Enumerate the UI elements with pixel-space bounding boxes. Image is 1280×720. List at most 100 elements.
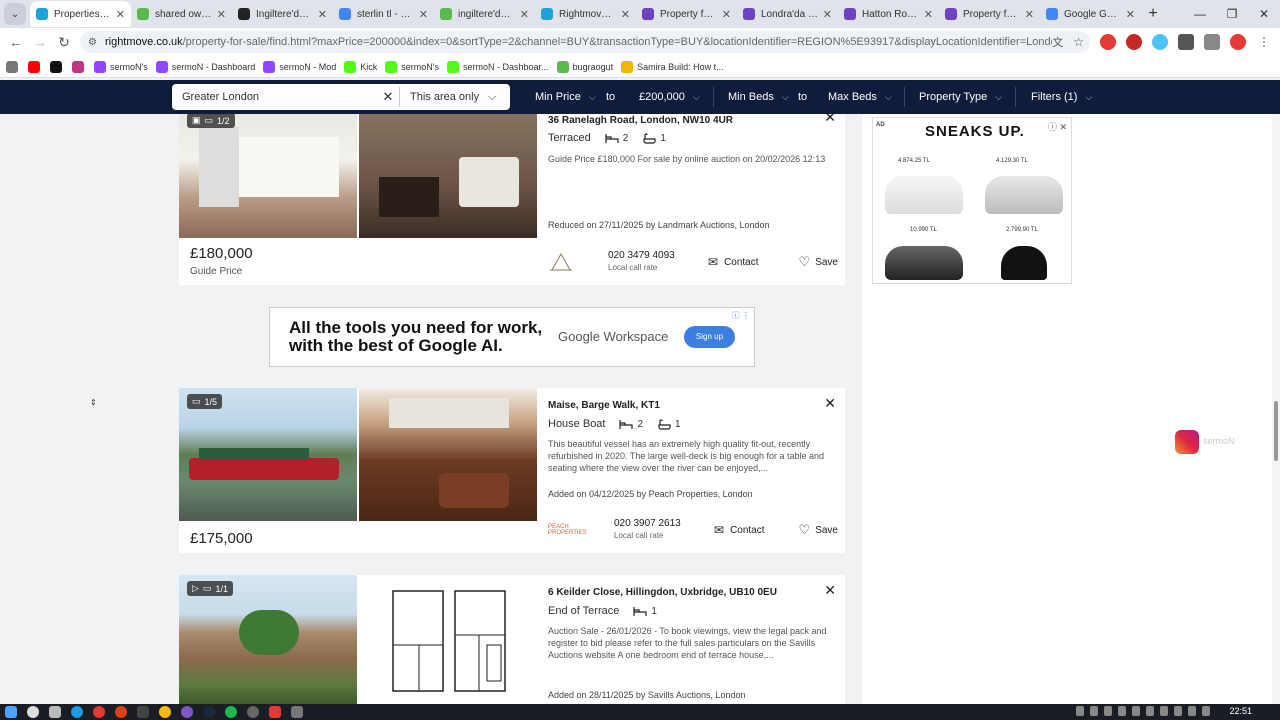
clear-location-icon[interactable]: ✕ xyxy=(377,89,399,105)
property-photo[interactable]: ▭ 1/5 xyxy=(179,388,357,521)
radius-select[interactable]: This area only xyxy=(400,91,488,103)
edge-icon[interactable] xyxy=(71,706,83,718)
menu-dots-icon[interactable]: ⋮ xyxy=(1256,34,1272,50)
bookmark-item[interactable]: sermoN - Dashboard xyxy=(155,60,255,73)
browser-tab[interactable]: Google Gemini ✕ xyxy=(1040,1,1141,27)
browser-tab[interactable]: Hatton Road, F ✕ xyxy=(838,1,939,27)
browser-tab[interactable]: Property for sa ✕ xyxy=(636,1,737,27)
sneaks-up-ad[interactable]: AD SNEAKS UP. ⓘ ✕ 4.874,25 TL 4.129,30 T… xyxy=(872,117,1072,284)
bookmark-item[interactable]: Samira Build: How t... xyxy=(621,60,724,73)
bookmark-item[interactable]: bugraogut xyxy=(556,60,613,73)
bookmark-item[interactable]: Kick xyxy=(344,60,377,73)
bookmark-star-icon[interactable]: ☆ xyxy=(1073,35,1084,49)
tab-search-button[interactable]: ⌄ xyxy=(4,3,26,25)
site-info-icon[interactable]: ⚙ xyxy=(88,37,97,48)
bookmark-item[interactable]: sermoN - Mod xyxy=(263,60,336,73)
start-button[interactable] xyxy=(5,706,17,718)
reload-button[interactable]: ↻ xyxy=(52,34,76,51)
filters-button[interactable]: Filters (1) ⌵ xyxy=(1031,80,1092,114)
agent-phone[interactable]: 020 3479 4093 Local call rate xyxy=(608,250,698,274)
steam-icon[interactable] xyxy=(203,706,215,718)
property-card[interactable]: ▭ 1/5 £175,000 Maise, Barge Walk, KT1 Ho… xyxy=(179,388,845,553)
property-photo[interactable]: ▣ ▭ 1/2 xyxy=(179,114,357,238)
max-beds-select[interactable]: Max Beds ⌵ xyxy=(828,80,892,114)
sneaker-image[interactable] xyxy=(985,176,1063,214)
save-button[interactable]: ♡ Save xyxy=(799,522,838,538)
property-card[interactable]: ▷ ▭ 1/1 6 Keilder Close, Hillingdon, Uxb… xyxy=(179,575,845,704)
forward-button[interactable]: → xyxy=(28,34,52,50)
tab-close-icon[interactable]: ✕ xyxy=(116,8,125,21)
app-icon[interactable] xyxy=(291,706,303,718)
browser-tab[interactable]: shared owners ✕ xyxy=(131,1,232,27)
url-field[interactable]: ⚙ rightmove.co.uk/property-for-sale/find… xyxy=(80,31,1090,53)
hide-listing-icon[interactable]: ✕ xyxy=(824,395,836,412)
extension-icon[interactable] xyxy=(1126,34,1142,50)
max-price-select[interactable]: £200,000 ⌵ xyxy=(639,80,700,114)
property-photo[interactable]: ▷ ▭ 1/1 xyxy=(179,575,357,704)
profile-avatar[interactable] xyxy=(1230,34,1246,50)
browser-tab[interactable]: Property for sa ✕ xyxy=(939,1,1040,27)
task-view-icon[interactable] xyxy=(49,706,61,718)
tab-close-icon[interactable]: ✕ xyxy=(621,8,630,21)
listing-address[interactable]: 6 Keilder Close, Hillingdon, Uxbridge, U… xyxy=(548,587,777,598)
property-card[interactable]: ▣ ▭ 1/2 £180,000 Guide Price 36 Ranelagh… xyxy=(179,114,845,285)
cap-image[interactable] xyxy=(1001,246,1047,280)
app-icon[interactable] xyxy=(181,706,193,718)
minimize-button[interactable]: — xyxy=(1184,0,1216,28)
tab-close-icon[interactable]: ✕ xyxy=(722,8,731,21)
extension-icon[interactable] xyxy=(1178,34,1194,50)
agent-logo[interactable] xyxy=(548,250,608,274)
restore-button[interactable]: ❐ xyxy=(1216,0,1248,28)
translate-icon[interactable]: 文 xyxy=(1052,34,1063,50)
tab-close-icon[interactable]: ✕ xyxy=(924,8,933,21)
tab-close-icon[interactable]: ✕ xyxy=(217,8,226,21)
browser-tab[interactable]: Rightmove - U ✕ xyxy=(535,1,636,27)
instagram-bookmark-icon[interactable] xyxy=(72,60,88,73)
save-button[interactable]: ♡ Save xyxy=(799,254,838,270)
tab-close-icon[interactable]: ✕ xyxy=(318,8,327,21)
browser-tab[interactable]: Properties For ✕ xyxy=(30,1,131,27)
youtube-bookmark-icon[interactable] xyxy=(28,60,44,73)
page-scrollbar[interactable] xyxy=(1272,114,1280,704)
bookmark-item[interactable]: sermoN - Dashboar... xyxy=(447,60,549,73)
hide-listing-icon[interactable]: ✕ xyxy=(824,582,836,599)
close-window-button[interactable]: ✕ xyxy=(1248,0,1280,28)
ad-info-icon[interactable]: ⓘ ⋮ xyxy=(732,310,750,321)
tab-close-icon[interactable]: ✕ xyxy=(1025,8,1034,21)
extensions-puzzle-icon[interactable] xyxy=(1204,34,1220,50)
ad-close-icon[interactable]: ⓘ ✕ xyxy=(1048,120,1067,133)
taskbar-clock[interactable]: 22:51 xyxy=(1229,706,1252,716)
sneaker-image[interactable] xyxy=(885,246,963,280)
apps-grid-icon[interactable] xyxy=(6,60,22,73)
x-bookmark-icon[interactable] xyxy=(50,60,66,73)
agent-phone[interactable]: 020 3907 2613 Local call rate xyxy=(614,518,704,542)
bookmark-item[interactable]: sermoN's xyxy=(385,60,439,73)
contact-button[interactable]: ✉ Contact xyxy=(708,255,759,269)
google-workspace-ad[interactable]: All the tools you need for work, with the… xyxy=(269,307,755,367)
app-icon[interactable] xyxy=(269,706,281,718)
app-icon[interactable] xyxy=(93,706,105,718)
agent-logo[interactable]: PEACH PROPERTIES xyxy=(548,518,608,542)
system-tray[interactable] xyxy=(1076,706,1210,716)
ad-signup-button[interactable]: Sign up xyxy=(684,326,735,348)
browser-tab[interactable]: Ingiltere'de Ge ✕ xyxy=(232,1,333,27)
app-icon[interactable] xyxy=(115,706,127,718)
floorplan-image[interactable] xyxy=(359,575,537,704)
bookmark-item[interactable]: sermoN's xyxy=(94,60,148,73)
tab-close-icon[interactable]: ✕ xyxy=(520,8,529,21)
tab-close-icon[interactable]: ✕ xyxy=(823,8,832,21)
tab-close-icon[interactable]: ✕ xyxy=(1126,8,1135,21)
property-type-select[interactable]: Property Type ⌵ xyxy=(919,80,1002,114)
browser-tab[interactable]: sterlin tl - Goo ✕ xyxy=(333,1,434,27)
listing-address[interactable]: Maise, Barge Walk, KT1 xyxy=(548,400,660,411)
location-input[interactable]: Greater London xyxy=(172,91,377,103)
extension-icon[interactable] xyxy=(1100,34,1116,50)
browser-tab[interactable]: Londra'da satil ✕ xyxy=(737,1,838,27)
chrome-icon[interactable] xyxy=(159,706,171,718)
back-button[interactable]: ← xyxy=(4,34,28,50)
extension-icon[interactable] xyxy=(1152,34,1168,50)
app-icon[interactable] xyxy=(247,706,259,718)
app-icon[interactable] xyxy=(137,706,149,718)
tab-close-icon[interactable]: ✕ xyxy=(419,8,428,21)
contact-button[interactable]: ✉ Contact xyxy=(714,523,765,537)
